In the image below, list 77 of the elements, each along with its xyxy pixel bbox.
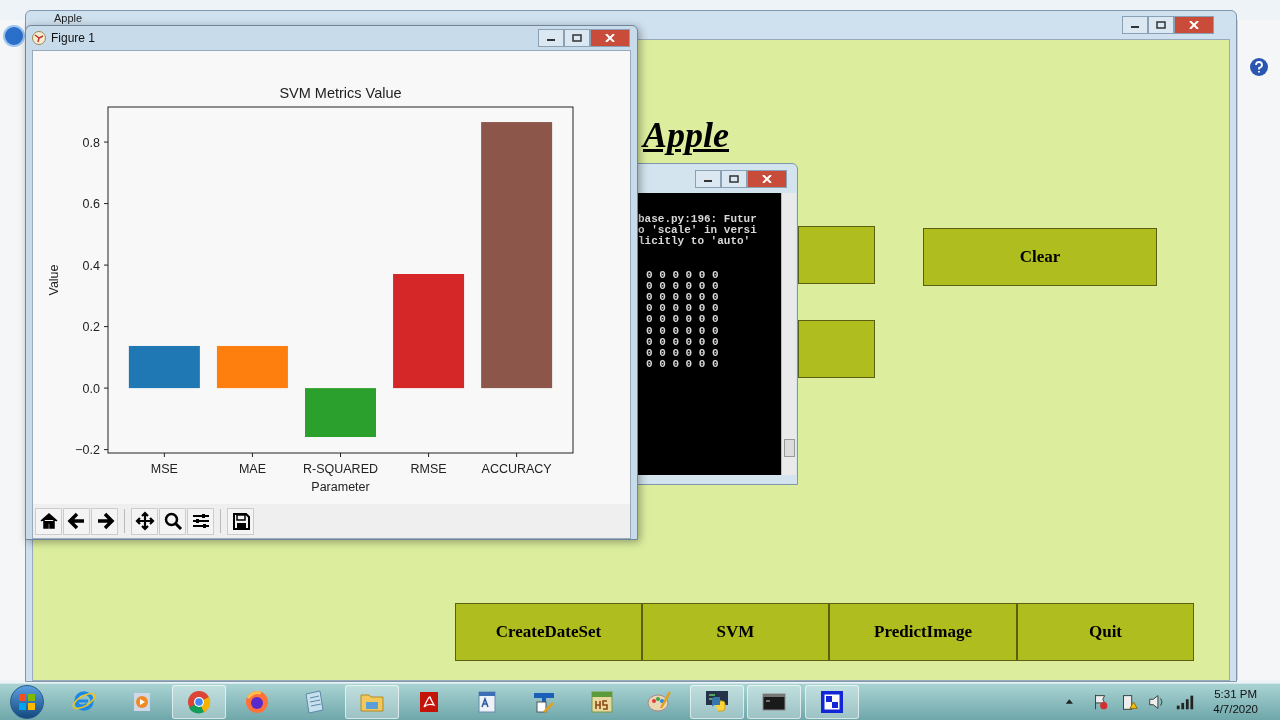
back-button[interactable] [63, 507, 90, 535]
windows-logo-icon [18, 693, 36, 711]
taskbar-button[interactable] [747, 685, 801, 719]
save-icon [230, 511, 251, 531]
tick-label: 0.4 [82, 258, 100, 273]
page-heading: Apple [643, 114, 729, 157]
bar [305, 388, 376, 437]
clock-time: 5:31 PM [1214, 687, 1258, 702]
tick-mark [251, 452, 253, 458]
search-icon [162, 511, 183, 531]
window-title: Figure 1 [51, 30, 96, 47]
tick-label: 0.2 [82, 320, 100, 335]
tick-mark [103, 387, 109, 389]
tick-label: MSE [150, 462, 178, 476]
minimize-button[interactable] [538, 29, 564, 47]
maximize-icon [729, 174, 739, 183]
taskbar-button[interactable] [689, 685, 744, 719]
close-button[interactable] [1174, 16, 1214, 34]
axis-label: Parameter [311, 480, 370, 494]
tick-mark [103, 449, 109, 451]
tick-mark [103, 203, 109, 205]
home-button[interactable] [35, 507, 62, 535]
tick-label: 0.8 [82, 135, 100, 150]
home-icon [38, 511, 59, 531]
close-button[interactable] [590, 29, 630, 47]
close-icon [1189, 21, 1199, 29]
tick-mark [103, 141, 109, 143]
maximize-icon [572, 34, 582, 42]
button[interactable] [798, 320, 875, 378]
action-button[interactable]: Quit [1017, 603, 1194, 661]
window-title: Apple [54, 12, 83, 25]
scrollbar[interactable] [781, 193, 796, 475]
tick-label: MAE [238, 462, 266, 476]
tick-mark [340, 452, 341, 458]
axis-label: Value [47, 264, 61, 296]
bar [216, 345, 288, 389]
tick-label: R-SQUARED [303, 462, 378, 476]
close-button[interactable] [747, 169, 787, 188]
back-icon [66, 511, 87, 531]
save-button[interactable] [227, 507, 254, 535]
tick-mark [428, 452, 430, 458]
tick-mark [516, 452, 518, 458]
taskbar-button[interactable] [804, 685, 859, 719]
close-icon [605, 34, 615, 42]
tick-label: −0.2 [75, 443, 100, 458]
maximize-button[interactable] [721, 169, 747, 188]
button[interactable] [798, 226, 875, 284]
bar [128, 345, 200, 389]
chrome-icon [185, 688, 213, 716]
action-button[interactable]: SVM [642, 603, 829, 661]
minimize-button[interactable] [695, 169, 721, 188]
configure-button[interactable] [187, 507, 214, 535]
tick-mark [103, 326, 109, 328]
move-icon [134, 511, 155, 531]
tick-label: ACCURACY [481, 462, 552, 476]
close-icon [762, 174, 772, 183]
maximize-button[interactable] [1148, 16, 1174, 34]
clear-button[interactable]: Clear [923, 228, 1157, 286]
forward-button[interactable] [91, 507, 118, 535]
pan-button[interactable] [131, 507, 158, 535]
tick-label: 0.6 [82, 197, 100, 212]
tick-mark [163, 452, 165, 458]
tick-mark [103, 264, 109, 266]
zoom-button[interactable] [159, 507, 186, 535]
console-output: base.py:196: Futur o 'scale' in versi licitly to 'auto' 0 0 0 0 0 0 0 0 0 0 0 0 0 0 0 0 0 0 0 0 0 0 0 0 0 0 0 0 0 0 0 0 0 0 0 0 0 0 0 0 0 0 0 0 0 0 0 0 0 0 0 0 0 0 [638, 193, 781, 475]
maximize-icon [1156, 21, 1166, 29]
tick-label: RMSE [410, 462, 447, 476]
start-button[interactable] [10, 685, 44, 719]
chart-title: SVM Metrics Value [279, 85, 402, 101]
maximize-button[interactable] [564, 29, 590, 47]
minimize-button[interactable] [1122, 16, 1148, 34]
tick-label: 0.0 [82, 381, 100, 396]
action-button[interactable]: PredictImage [829, 603, 1017, 661]
figure-icon [32, 31, 46, 45]
sliders-icon [190, 511, 211, 531]
action-button[interactable]: CreateDateSet [455, 603, 642, 661]
clock-date: 4/7/2020 [1213, 702, 1258, 717]
